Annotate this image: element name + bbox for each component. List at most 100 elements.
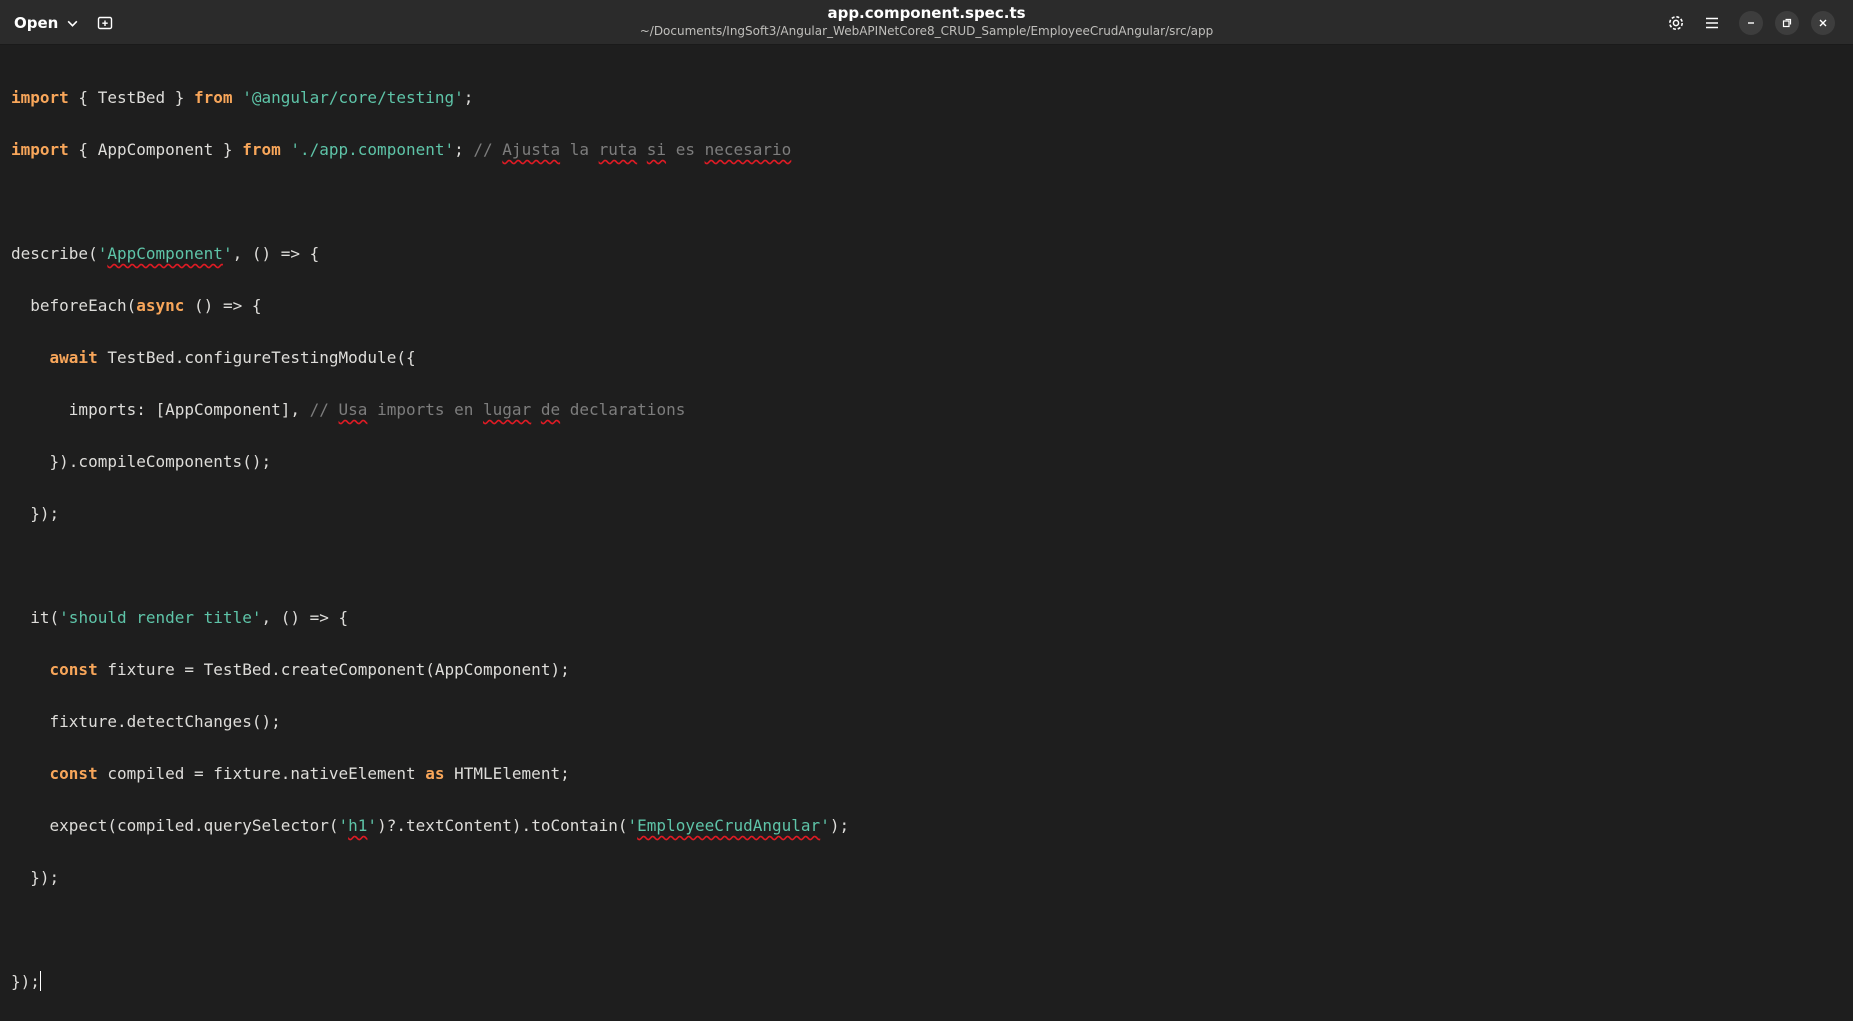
misspelled-word: si	[646, 140, 667, 159]
code-line: });	[11, 969, 849, 995]
code-text: it(	[11, 608, 60, 627]
code-text: fixture = TestBed.createComponent(AppCom…	[97, 660, 570, 679]
open-button-label: Open	[14, 14, 59, 32]
code-line: imports: [AppComponent], // Usa imports …	[11, 397, 849, 423]
code-text: );	[829, 816, 850, 835]
code-line: await TestBed.configureTestingModule({	[11, 345, 849, 371]
code-text: expect(compiled.querySelector(	[11, 816, 339, 835]
code-text: ;	[454, 140, 474, 159]
code-line: beforeEach(async () => {	[11, 293, 849, 319]
string-literal: '	[627, 816, 638, 835]
comment: es	[666, 140, 705, 159]
code-line: });	[11, 865, 849, 891]
code-line: }).compileComponents();	[11, 449, 849, 475]
code-text: , () => {	[232, 244, 320, 263]
code-text: , () => {	[261, 608, 349, 627]
string-literal: 'should render title'	[59, 608, 262, 627]
code-text: HTMLElement;	[444, 764, 570, 783]
string-literal: '	[367, 816, 378, 835]
code-text: fixture.detectChanges();	[11, 712, 281, 731]
code-line: fixture.detectChanges();	[11, 709, 849, 735]
misspelled-word: h1	[348, 816, 368, 835]
open-button[interactable]: Open	[6, 9, 87, 37]
comment: //	[473, 140, 503, 159]
misspelled-word: ruta	[598, 140, 638, 159]
code-text: { TestBed }	[68, 88, 195, 107]
comment: imports en	[367, 400, 484, 419]
code-text: { AppComponent }	[68, 140, 243, 159]
comment	[637, 140, 647, 159]
string-literal: '	[222, 244, 233, 263]
misspelled-word: lugar	[483, 400, 532, 419]
keyword: import	[11, 140, 69, 159]
window-title: app.component.spec.ts	[827, 4, 1026, 22]
keyword: from	[242, 140, 281, 159]
code-text: TestBed.configureTestingModule({	[97, 348, 416, 367]
header-bar: Open app.component.spec.ts ~/Documents/I…	[0, 0, 1853, 45]
code-line: it('should render title', () => {	[11, 605, 849, 631]
code-line: });	[11, 501, 849, 527]
code-text: imports: [AppComponent],	[11, 400, 310, 419]
misspelled-word: EmployeeCrudAngular	[637, 816, 821, 835]
code-line: describe('AppComponent', () => {	[11, 241, 849, 267]
code-text: });	[11, 504, 60, 523]
misspelled-word: Usa	[338, 400, 368, 419]
misspelled-word: de	[540, 400, 561, 419]
minimize-icon	[1748, 22, 1754, 24]
comment: la	[560, 140, 599, 159]
keyword: await	[49, 348, 98, 367]
file-path: ~/Documents/IngSoft3/Angular_WebAPINetCo…	[639, 24, 1214, 38]
keyword: const	[49, 764, 98, 783]
code-content[interactable]: import { TestBed } from '@angular/core/t…	[11, 59, 849, 1021]
hamburger-menu-icon	[1706, 17, 1718, 29]
code-text: )?.textContent).toContain(	[377, 816, 628, 835]
code-line: const fixture = TestBed.createComponent(…	[11, 657, 849, 683]
string-literal: './app.component'	[290, 140, 455, 159]
code-text: () => {	[184, 296, 262, 315]
text-cursor	[39, 971, 41, 991]
new-tab-button[interactable]	[91, 10, 119, 36]
code-text: });	[11, 972, 40, 991]
window-title-area: app.component.spec.ts ~/Documents/IngSof…	[0, 4, 1853, 39]
keyword: as	[425, 764, 445, 783]
misspelled-word: Ajusta	[502, 140, 561, 159]
keyword: from	[194, 88, 233, 107]
code-line: import { AppComponent } from './app.comp…	[11, 137, 849, 163]
chevron-down-icon	[67, 20, 78, 27]
comment: declarations	[560, 400, 686, 419]
string-literal: '	[97, 244, 108, 263]
code-text: ;	[463, 88, 474, 107]
window-controls	[1655, 8, 1835, 38]
comment: //	[309, 400, 339, 419]
restore-button[interactable]	[1775, 11, 1799, 35]
settings-icon	[1669, 16, 1683, 30]
close-icon	[1819, 19, 1827, 27]
misspelled-word: necesario	[704, 140, 792, 159]
code-line: const compiled = fixture.nativeElement a…	[11, 761, 849, 787]
code-line: import { TestBed } from '@angular/core/t…	[11, 85, 849, 111]
keyword: async	[136, 296, 185, 315]
misspelled-word: AppComponent	[107, 244, 223, 263]
keyword: const	[49, 660, 98, 679]
close-button[interactable]	[1811, 11, 1835, 35]
new-tab-icon	[97, 16, 113, 30]
code-text: compiled = fixture.nativeElement	[97, 764, 426, 783]
comment	[531, 400, 541, 419]
main-menu-button[interactable]	[1697, 8, 1727, 38]
minimize-button[interactable]	[1739, 11, 1763, 35]
string-literal: '	[820, 816, 830, 835]
string-literal: '	[338, 816, 349, 835]
code-editor[interactable]: import { TestBed } from '@angular/core/t…	[0, 46, 1853, 991]
settings-button[interactable]	[1661, 8, 1691, 38]
string-literal: '@angular/core/testing'	[242, 88, 464, 107]
keyword: import	[11, 88, 69, 107]
restore-icon	[1782, 18, 1792, 28]
code-text: beforeEach(	[11, 296, 137, 315]
